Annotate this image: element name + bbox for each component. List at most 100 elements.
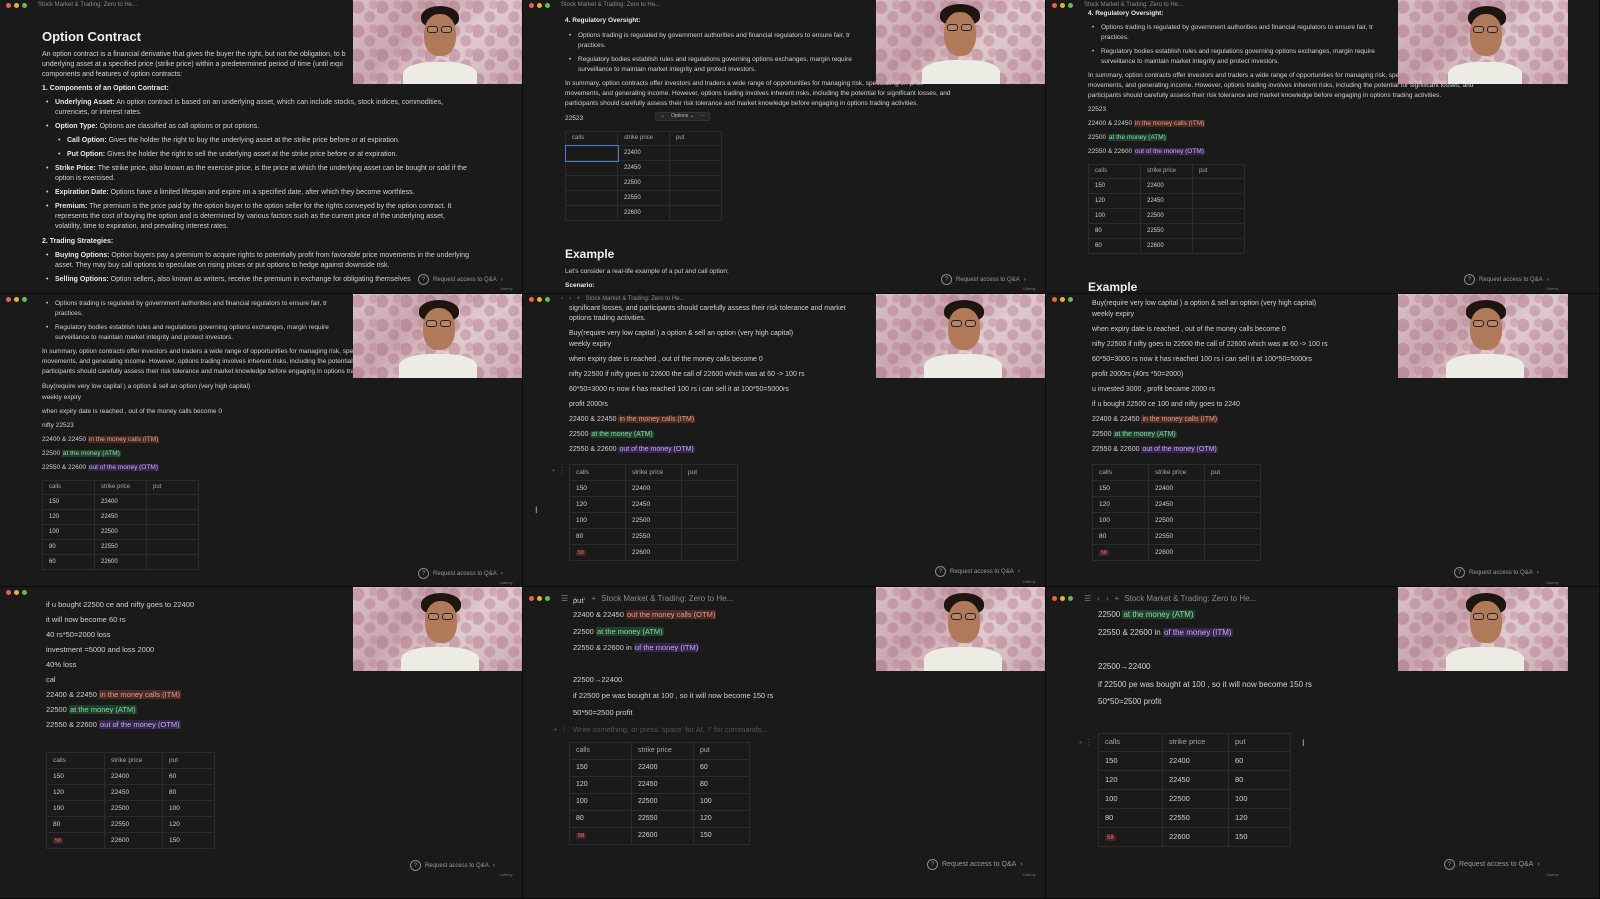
cell-calls[interactable]: 80 <box>1092 528 1149 545</box>
cell-calls[interactable]: 100 <box>46 800 105 817</box>
cell-put[interactable]: 100 <box>1228 789 1291 809</box>
qa-request-button[interactable]: ? Request access to Q&A › <box>935 566 1020 577</box>
cell-strike[interactable]: 22550 <box>617 190 670 206</box>
cell-put[interactable] <box>1192 193 1245 209</box>
cell-strike[interactable]: 22400 <box>1140 178 1193 194</box>
cell-calls[interactable]: 120 <box>569 496 626 513</box>
qa-request-button[interactable]: ? Request access to Q&A › <box>1464 274 1549 285</box>
cell-strike[interactable]: 22500 <box>617 175 670 191</box>
cell-calls[interactable]: 60 <box>42 554 95 570</box>
cell-strike[interactable]: 22500 <box>104 800 163 817</box>
cell-calls[interactable]: 120 <box>46 784 105 801</box>
cell-strike[interactable]: 22450 <box>631 776 694 794</box>
cell-calls[interactable]: 80 <box>569 528 626 545</box>
cell-calls[interactable]: 150 <box>1092 480 1149 497</box>
cell-calls[interactable]: 100 <box>1098 789 1163 809</box>
cell-calls[interactable]: 58 <box>569 544 626 561</box>
cell-put[interactable] <box>146 554 199 570</box>
cell-strike[interactable]: 22450 <box>104 784 163 801</box>
cell-put[interactable]: 60 <box>1228 751 1291 771</box>
cell-strike[interactable]: 22500 <box>1140 208 1193 224</box>
cell-put[interactable]: 150 <box>693 827 750 845</box>
cell-strike[interactable]: 22600 <box>94 554 147 570</box>
cell-calls[interactable] <box>565 175 618 191</box>
cell-calls[interactable]: 120 <box>1098 770 1163 790</box>
cell-strike[interactable]: 22550 <box>631 810 694 828</box>
qa-request-button[interactable]: ? Request access to Q&A › <box>927 859 1023 870</box>
cell-put[interactable] <box>669 160 722 176</box>
add-block-icon[interactable]: + ⋮ <box>553 724 568 736</box>
cell-put[interactable]: 150 <box>162 832 215 849</box>
cell-strike[interactable]: 22550 <box>1148 528 1205 545</box>
cell-put[interactable] <box>669 190 722 206</box>
options-menu[interactable]: Options ⌄ <box>671 113 694 120</box>
cell-calls[interactable] <box>565 190 618 206</box>
cell-strike[interactable]: 22550 <box>625 528 682 545</box>
cell-put[interactable] <box>669 175 722 191</box>
cell-strike[interactable]: 22450 <box>1148 496 1205 513</box>
cell-strike[interactable]: 22400 <box>1162 751 1229 771</box>
cell-strike[interactable]: 22500 <box>94 524 147 540</box>
cell-put[interactable]: 100 <box>693 793 750 811</box>
cell-calls[interactable]: 80 <box>569 810 632 828</box>
cell-put[interactable]: 80 <box>1228 770 1291 790</box>
cell-calls[interactable]: 58 <box>1092 544 1149 561</box>
cell-put[interactable] <box>1192 178 1245 194</box>
cell-strike[interactable]: 22600 <box>1140 238 1193 254</box>
add-block-icon[interactable]: + ⋮ <box>1078 737 1093 749</box>
cell-put[interactable] <box>1192 208 1245 224</box>
cell-strike[interactable]: 22450 <box>94 509 147 525</box>
cell-strike[interactable]: 22400 <box>631 759 694 777</box>
cell-calls[interactable]: 80 <box>42 539 95 555</box>
cell-put[interactable] <box>1204 480 1261 497</box>
note-pe-profit[interactable]: 50*50=2500 profit <box>1098 696 1161 708</box>
qa-request-button[interactable]: ? Request access to Q&A › <box>418 568 503 579</box>
cell-calls[interactable]: 60 <box>1088 238 1141 254</box>
cell-calls[interactable]: 150 <box>46 768 105 785</box>
cell-strike[interactable]: 22450 <box>1140 193 1193 209</box>
note-ce-buy[interactable]: if u bought 22500 ce 100 and nifty goes … <box>1092 400 1240 410</box>
cell-put[interactable] <box>1192 223 1245 239</box>
cell-put[interactable]: 60 <box>693 759 750 777</box>
cell-strike[interactable]: 22600 <box>617 205 670 221</box>
qa-request-button[interactable]: ? Request access to Q&A › <box>410 860 495 871</box>
cell-calls[interactable]: 150 <box>569 759 632 777</box>
cell-calls[interactable]: 100 <box>569 512 626 529</box>
cell-strike[interactable]: 22600 <box>1162 827 1229 847</box>
cell-calls[interactable]: 100 <box>1088 208 1141 224</box>
cell-strike[interactable]: 22400 <box>94 494 147 510</box>
cell-put[interactable] <box>1204 528 1261 545</box>
cell-strike[interactable]: 22600 <box>625 544 682 561</box>
cell-strike[interactable]: 22500 <box>631 793 694 811</box>
cell-calls[interactable]: 150 <box>1088 178 1141 194</box>
cell-put[interactable]: 80 <box>693 776 750 794</box>
cell-strike[interactable]: 22550 <box>1162 808 1229 828</box>
note-cal[interactable]: cal <box>46 675 56 686</box>
cell-calls[interactable] <box>564 144 619 162</box>
cell-strike[interactable]: 22400 <box>1148 480 1205 497</box>
cell-put[interactable]: 120 <box>162 816 215 833</box>
cell-put[interactable] <box>681 480 738 497</box>
qa-request-button[interactable]: ? Request access to Q&A › <box>1444 859 1540 870</box>
cell-strike[interactable]: 22600 <box>631 827 694 845</box>
cell-strike[interactable]: 22450 <box>617 160 670 176</box>
cell-calls[interactable]: 58 <box>46 832 105 849</box>
cell-calls[interactable] <box>565 205 618 221</box>
add-block-icon[interactable]: + ⋮ <box>551 465 566 477</box>
cell-strike[interactable]: 22500 <box>1162 789 1229 809</box>
cell-put[interactable] <box>669 205 722 221</box>
cell-calls[interactable]: 100 <box>1092 512 1149 529</box>
cell-put[interactable]: 150 <box>1228 827 1291 847</box>
cell-put[interactable] <box>146 494 199 510</box>
table-toolbar[interactable]: ↔ Options ⌄ ··· <box>655 112 710 122</box>
cell-put[interactable] <box>1204 544 1261 561</box>
cell-strike[interactable]: 22500 <box>1148 512 1205 529</box>
qa-request-button[interactable]: ? Request access to Q&A › <box>418 274 503 285</box>
resize-icon[interactable]: ↔ <box>660 113 665 120</box>
cell-calls[interactable]: 120 <box>569 776 632 794</box>
cell-calls[interactable] <box>565 160 618 176</box>
cell-calls[interactable]: 80 <box>1098 808 1163 828</box>
cell-strike[interactable]: 22600 <box>1148 544 1205 561</box>
cell-strike[interactable]: 22400 <box>617 145 670 161</box>
cell-put[interactable] <box>146 524 199 540</box>
